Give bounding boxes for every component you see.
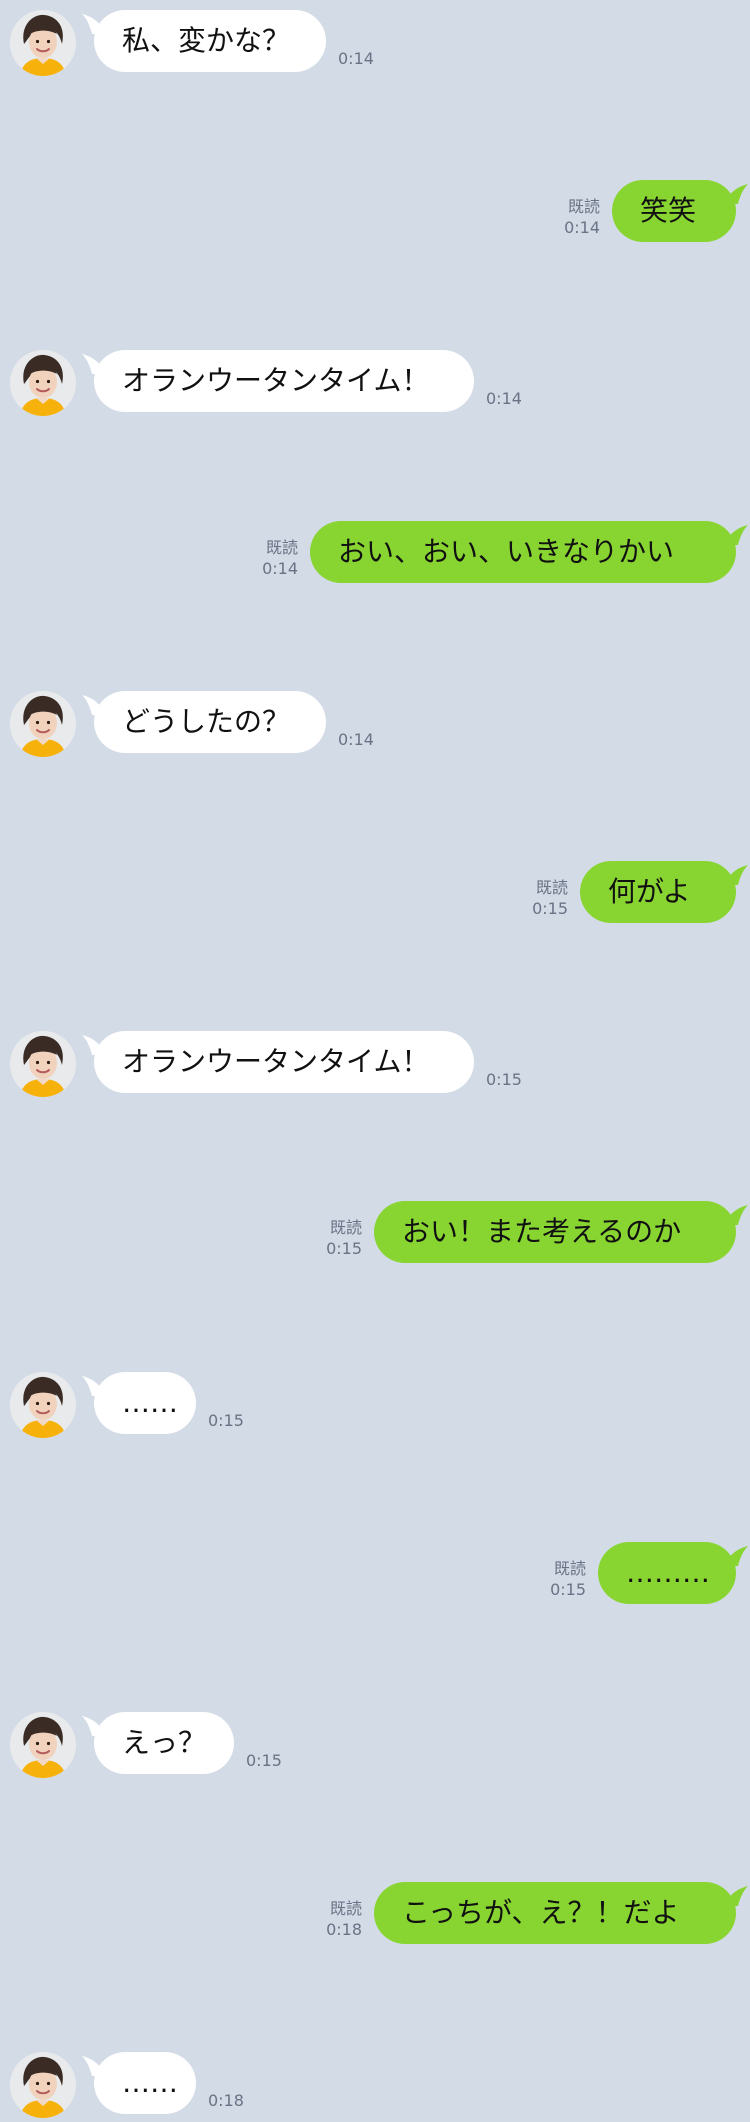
outgoing-message-bubble[interactable]: 笑笑 — [612, 180, 736, 242]
message-timestamp: 0:15 — [208, 1411, 244, 1430]
incoming-message-row: オランウータンタイム！ 0:15 — [0, 1031, 750, 1101]
incoming-message-row: …… 0:18 — [0, 2052, 750, 2122]
contact-avatar[interactable] — [10, 691, 76, 757]
incoming-message-bubble[interactable]: 私、変かな？ — [94, 10, 326, 72]
outgoing-message-row: ……… 既読 0:15 — [0, 1542, 750, 1612]
outgoing-message-row: おい、おい、いきなりかい 既読 0:14 — [0, 521, 750, 591]
message-timestamp: 0:14 — [564, 218, 600, 237]
read-receipt: 既読 — [329, 1899, 362, 1918]
read-receipt: 既読 — [535, 878, 568, 897]
message-timestamp: 0:14 — [486, 389, 522, 408]
message-timestamp: 0:15 — [326, 1239, 362, 1258]
read-receipt: 既読 — [329, 1218, 362, 1237]
outgoing-message-bubble[interactable]: おい！また考えるのか — [374, 1201, 736, 1263]
outgoing-message-bubble[interactable]: 何がよ — [580, 861, 736, 923]
incoming-message-bubble[interactable]: …… — [94, 2052, 196, 2114]
incoming-message-bubble[interactable]: オランウータンタイム！ — [94, 1031, 474, 1093]
read-receipt: 既読 — [265, 538, 298, 557]
message-timestamp: 0:18 — [326, 1920, 362, 1939]
message-timestamp: 0:15 — [486, 1070, 522, 1089]
outgoing-message-row: 何がよ 既読 0:15 — [0, 861, 750, 931]
chat-message-list[interactable]: 私、変かな？ 0:14 笑笑 既読 0:14 オランウータンタイム！ 0:14 おい、おい、… — [0, 0, 750, 2118]
contact-avatar[interactable] — [10, 2052, 76, 2118]
outgoing-message-row: 笑笑 既読 0:14 — [0, 180, 750, 250]
message-timestamp: 0:15 — [532, 899, 568, 918]
incoming-message-row: えっ？ 0:15 — [0, 1712, 750, 1782]
incoming-message-bubble[interactable]: …… — [94, 1372, 196, 1434]
outgoing-message-bubble[interactable]: ……… — [598, 1542, 736, 1604]
message-timestamp: 0:15 — [550, 1580, 586, 1599]
message-timestamp: 0:18 — [208, 2091, 244, 2110]
message-meta: 既読 0:15 — [550, 1558, 586, 1600]
message-meta: 既読 0:18 — [326, 1898, 362, 1940]
incoming-message-row: オランウータンタイム！ 0:14 — [0, 350, 750, 420]
message-timestamp: 0:14 — [338, 730, 374, 749]
incoming-message-bubble[interactable]: どうしたの？ — [94, 691, 326, 753]
incoming-message-bubble[interactable]: オランウータンタイム！ — [94, 350, 474, 412]
outgoing-message-row: こっちが、え？！だよ 既読 0:18 — [0, 1882, 750, 1952]
message-timestamp: 0:15 — [246, 1751, 282, 1770]
incoming-message-row: どうしたの？ 0:14 — [0, 691, 750, 761]
outgoing-message-row: おい！また考えるのか 既読 0:15 — [0, 1201, 750, 1271]
message-meta: 既読 0:15 — [532, 877, 568, 919]
incoming-message-bubble[interactable]: えっ？ — [94, 1712, 234, 1774]
outgoing-message-bubble[interactable]: おい、おい、いきなりかい — [310, 521, 736, 583]
incoming-message-row: …… 0:15 — [0, 1372, 750, 1442]
message-timestamp: 0:14 — [338, 49, 374, 68]
outgoing-message-bubble[interactable]: こっちが、え？！だよ — [374, 1882, 736, 1944]
contact-avatar[interactable] — [10, 1372, 76, 1438]
contact-avatar[interactable] — [10, 1712, 76, 1778]
message-timestamp: 0:14 — [262, 559, 298, 578]
message-meta: 既読 0:15 — [326, 1217, 362, 1259]
read-receipt: 既読 — [567, 197, 600, 216]
message-meta: 既読 0:14 — [262, 537, 298, 579]
contact-avatar[interactable] — [10, 1031, 76, 1097]
contact-avatar[interactable] — [10, 10, 76, 76]
read-receipt: 既読 — [553, 1559, 586, 1578]
incoming-message-row: 私、変かな？ 0:14 — [0, 10, 750, 80]
message-meta: 既読 0:14 — [564, 196, 600, 238]
contact-avatar[interactable] — [10, 350, 76, 416]
